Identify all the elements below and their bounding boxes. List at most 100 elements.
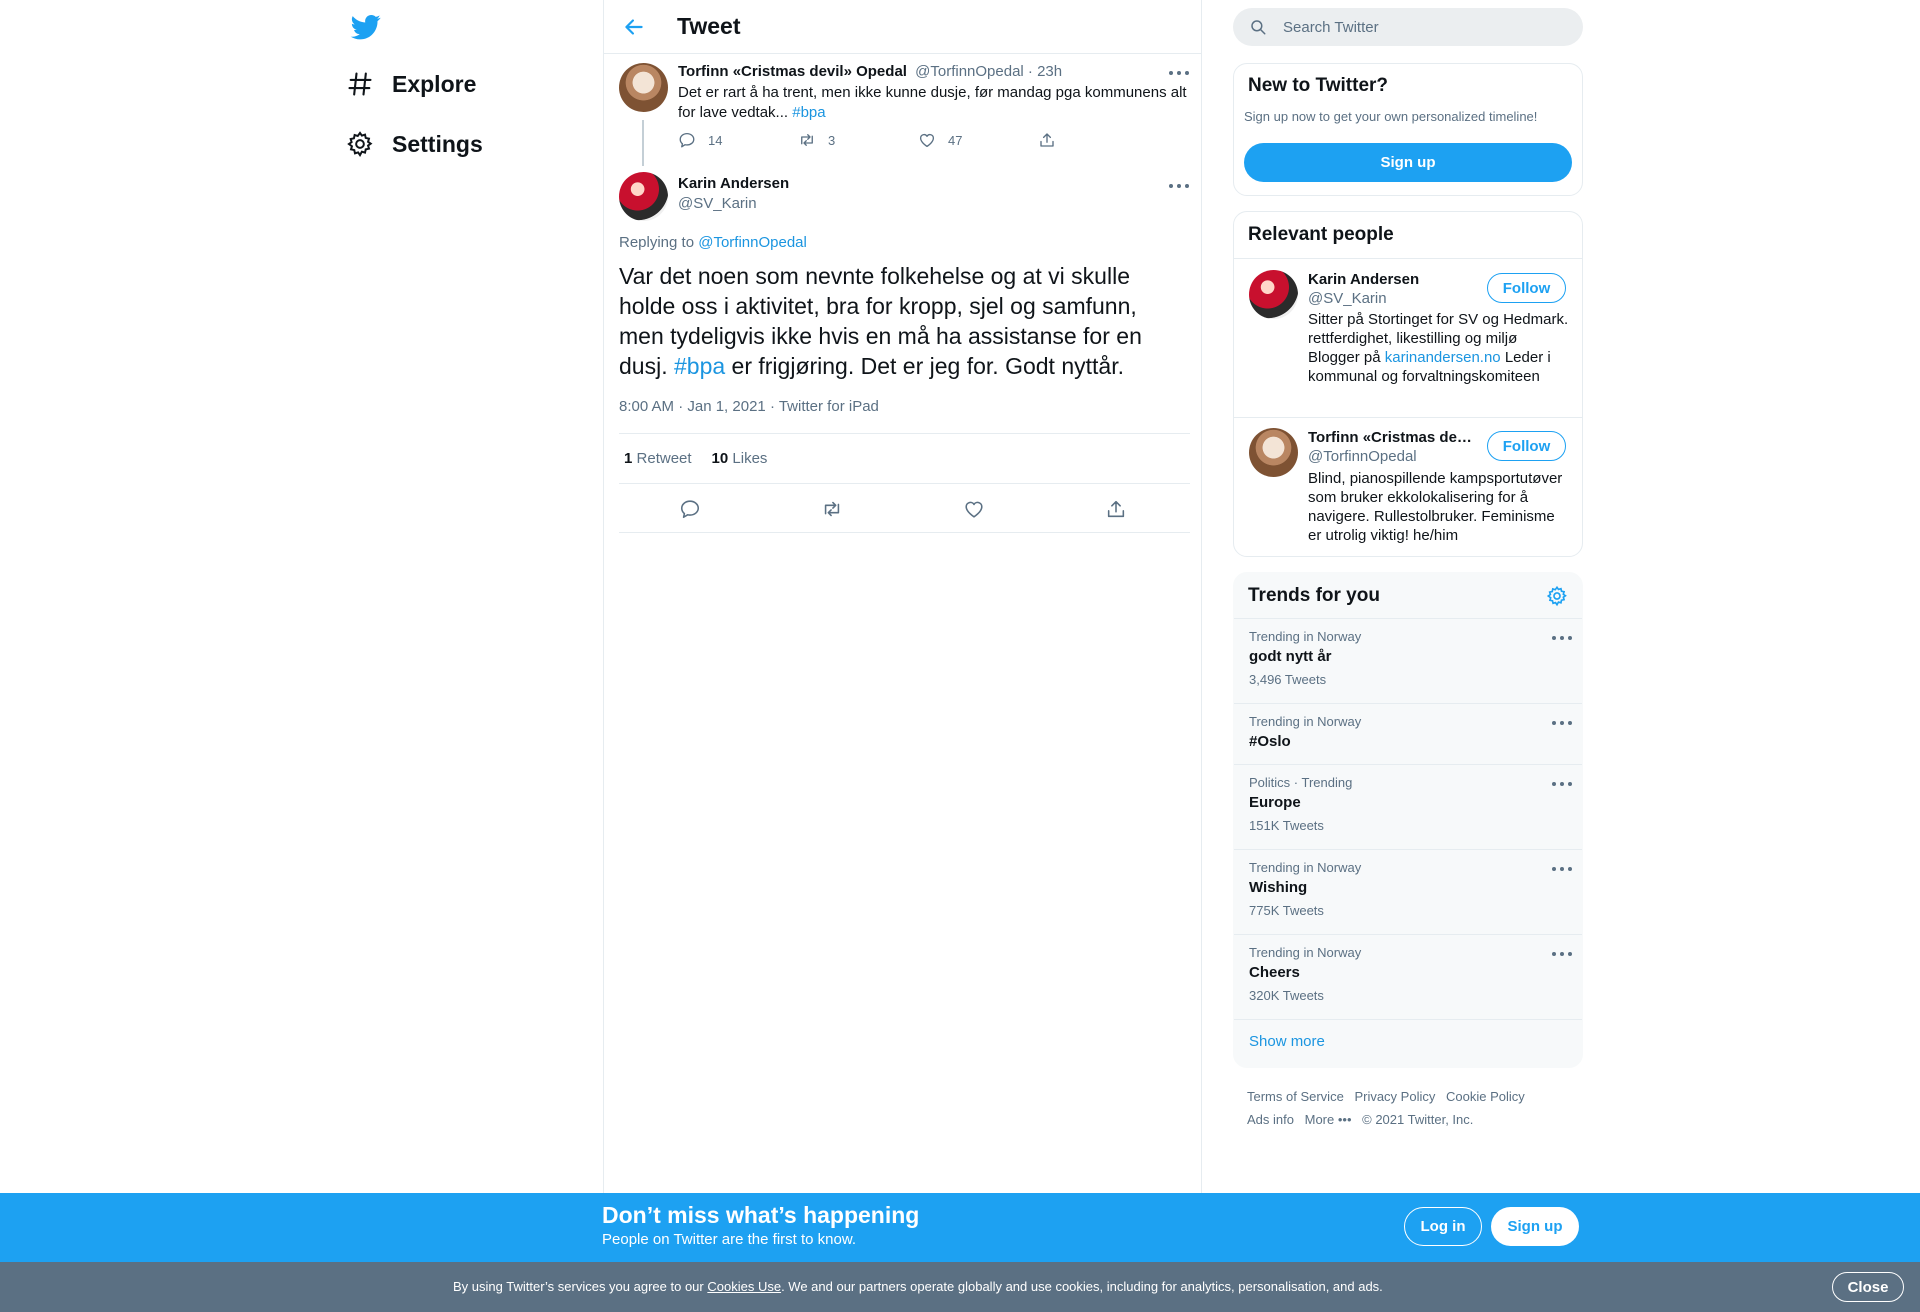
replying-to-handle[interactable]: @TorfinnOpedal: [698, 234, 807, 251]
banner-headline: Don’t miss what’s happening: [602, 1202, 920, 1228]
parent-author-name[interactable]: Torfinn «Cristmas devil» Opedal: [678, 63, 907, 80]
more-icon[interactable]: [1552, 779, 1572, 789]
trend-count: 320K Tweets: [1249, 988, 1324, 1003]
signup-subtitle: Sign up now to get your own personalized…: [1244, 109, 1538, 124]
likes-stat-count: 10: [711, 450, 729, 467]
share-button[interactable]: [1045, 498, 1187, 520]
back-arrow-icon[interactable]: [621, 14, 647, 40]
retweet-button[interactable]: [761, 498, 903, 520]
footer-link-terms[interactable]: Terms of Service: [1247, 1089, 1344, 1104]
avatar[interactable]: [619, 172, 668, 221]
parent-tweet-body: Det er rart å ha trent, men ikke kunne d…: [678, 84, 1187, 121]
parent-tweet-actions: 14 3 47: [678, 131, 1158, 149]
hashtag-link[interactable]: #bpa: [792, 104, 825, 121]
trend-context: Trending in Norway: [1249, 629, 1362, 644]
trend-item[interactable]: Trending in Norway #Oslo: [1234, 704, 1582, 765]
follow-button[interactable]: Follow: [1487, 273, 1566, 303]
heart-icon: [963, 498, 985, 520]
tweet-stats: 1 Retweet 10 Likes: [619, 433, 1190, 484]
person-name[interactable]: Torfinn «Cristmas devil» Opedal: [1308, 429, 1476, 446]
more-icon[interactable]: [1552, 864, 1572, 874]
more-icon[interactable]: [1552, 718, 1572, 728]
more-icon[interactable]: [1169, 181, 1189, 191]
footer-link-ads[interactable]: Ads info: [1247, 1112, 1294, 1127]
card-title: Trends for you: [1248, 585, 1380, 606]
bio-link[interactable]: karinandersen.no: [1385, 349, 1501, 366]
retweet-button[interactable]: 3: [798, 131, 918, 149]
replying-to-label: Replying to: [619, 234, 695, 251]
log-in-button[interactable]: Log in: [1404, 1207, 1482, 1246]
person-handle[interactable]: @TorfinnOpedal: [1308, 448, 1417, 465]
reply-icon: [678, 131, 708, 149]
tweet-body-end: er frigjøring. Det er jeg for. Godt nytt…: [731, 353, 1124, 379]
banner-subline: People on Twitter are the first to know.: [602, 1231, 857, 1248]
avatar[interactable]: [1249, 270, 1298, 319]
more-icon[interactable]: [1552, 633, 1572, 643]
nav-settings[interactable]: Settings: [346, 124, 483, 164]
tweet-text: Var det noen som nevnte folkehelse og at…: [619, 261, 1179, 381]
reply-count: 14: [708, 132, 723, 148]
parent-author-handle[interactable]: @TorfinnOpedal: [915, 63, 1024, 80]
more-icon: •••: [1337, 1112, 1352, 1127]
cookie-text: By using Twitter’s services you agree to…: [453, 1279, 1383, 1294]
more-icon[interactable]: [1169, 68, 1189, 78]
reply-icon: [679, 498, 701, 520]
trend-name: Cheers: [1249, 964, 1300, 981]
reply-button[interactable]: 14: [678, 131, 798, 149]
person-item[interactable]: Karin Andersen @SV_Karin Follow Sitter p…: [1234, 258, 1582, 417]
parent-tweet-time[interactable]: 23h: [1037, 63, 1062, 80]
trend-item[interactable]: Trending in Norway Cheers 320K Tweets: [1234, 935, 1582, 1020]
cookie-text-end: . We and our partners operate globally a…: [781, 1279, 1383, 1294]
footer-link-more[interactable]: More •••: [1305, 1112, 1352, 1127]
like-button[interactable]: [903, 498, 1045, 520]
trend-item[interactable]: Trending in Norway godt nytt år 3,496 Tw…: [1234, 619, 1582, 704]
reply-button[interactable]: [619, 498, 761, 520]
close-button[interactable]: Close: [1832, 1272, 1904, 1302]
retweet-stat[interactable]: 1 Retweet: [624, 450, 692, 467]
author-handle[interactable]: @SV_Karin: [678, 195, 757, 212]
replying-to: Replying to @TorfinnOpedal: [619, 234, 807, 251]
trend-item[interactable]: Trending in Norway Wishing 775K Tweets: [1234, 850, 1582, 935]
avatar[interactable]: [619, 63, 668, 112]
trend-count: 3,496 Tweets: [1249, 672, 1327, 687]
like-button[interactable]: 47: [918, 131, 1038, 149]
sign-up-button[interactable]: Sign up: [1244, 143, 1572, 182]
retweet-stat-count: 1: [624, 450, 633, 467]
trend-name: Wishing: [1249, 879, 1308, 896]
sign-up-button[interactable]: Sign up: [1491, 1207, 1579, 1246]
card-title: New to Twitter?: [1248, 75, 1389, 96]
cookie-banner: By using Twitter’s services you agree to…: [0, 1262, 1920, 1312]
likes-stat[interactable]: 10 Likes: [712, 450, 768, 467]
nav-explore[interactable]: Explore: [346, 64, 476, 104]
author-name[interactable]: Karin Andersen: [678, 175, 789, 192]
footer-link-privacy[interactable]: Privacy Policy: [1354, 1089, 1435, 1104]
search-box[interactable]: [1233, 8, 1583, 46]
search-input[interactable]: [1283, 18, 1563, 36]
tweet-source[interactable]: Twitter for iPad: [779, 398, 879, 415]
share-icon: [1105, 498, 1127, 520]
tweet-actions: [619, 485, 1190, 533]
show-more-link[interactable]: Show more: [1249, 1033, 1325, 1050]
person-name[interactable]: Karin Andersen: [1308, 271, 1476, 288]
hashtag-link[interactable]: #bpa: [674, 353, 725, 379]
tweet-time[interactable]: 8:00 AM · Jan 1, 2021: [619, 398, 766, 415]
footer-link-cookie[interactable]: Cookie Policy: [1446, 1089, 1525, 1104]
tweet-meta: 8:00 AM · Jan 1, 2021 · Twitter for iPad: [619, 398, 879, 415]
share-button[interactable]: [1038, 131, 1158, 149]
thread-line: [642, 120, 644, 166]
cookies-use-link[interactable]: Cookies Use: [707, 1279, 781, 1294]
gear-icon[interactable]: [1546, 585, 1568, 607]
separator-dot: ·: [769, 398, 779, 415]
twitter-bird-icon[interactable]: [349, 12, 383, 42]
follow-button[interactable]: Follow: [1487, 431, 1566, 461]
more-icon[interactable]: [1552, 949, 1572, 959]
person-item[interactable]: Torfinn «Cristmas devil» Opedal @Torfinn…: [1234, 417, 1582, 556]
relevant-people-card: Relevant people Karin Andersen @SV_Karin…: [1233, 211, 1583, 557]
tweet-column: Tweet Torfinn «Cristmas devil» Opedal @T…: [603, 0, 1202, 1193]
retweet-icon: [798, 131, 828, 149]
retweet-icon: [821, 498, 843, 520]
person-handle[interactable]: @SV_Karin: [1308, 290, 1387, 307]
trend-item[interactable]: Politics · Trending Europe 151K Tweets: [1234, 765, 1582, 850]
person-bio: Sitter på Stortinget for SV og Hedmark. …: [1308, 310, 1572, 386]
avatar[interactable]: [1249, 428, 1298, 477]
